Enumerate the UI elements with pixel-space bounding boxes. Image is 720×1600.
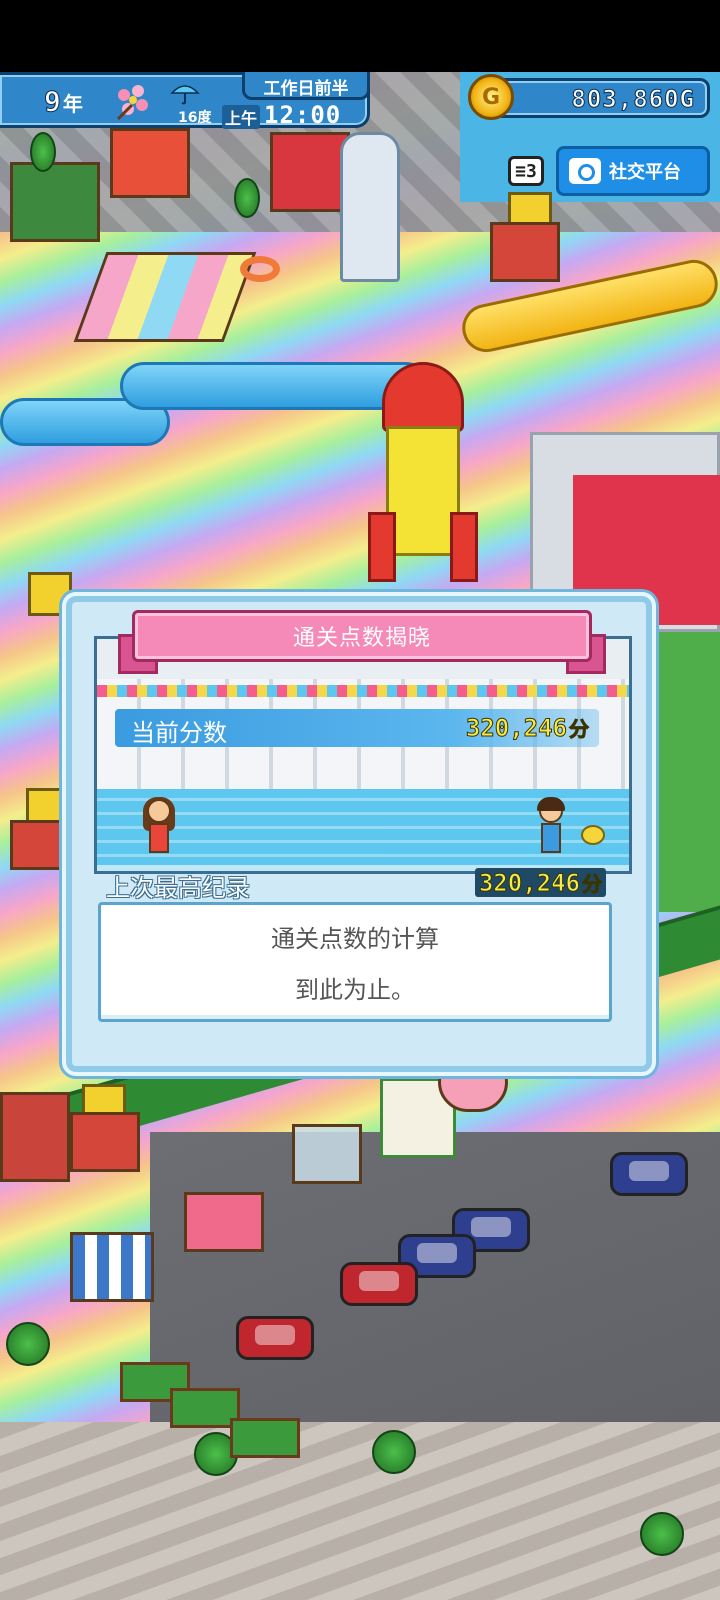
shop-building[interactable]: [0, 1092, 70, 1182]
message-line: 通关点数的计算: [271, 925, 439, 953]
fruit-stall[interactable]: [184, 1192, 264, 1252]
period-anchor: 工作日前半: [0, 72, 370, 102]
flower-bed: [230, 1418, 300, 1458]
bunting-flags: [97, 685, 629, 697]
character-boy: [533, 797, 569, 863]
dialog-title-banner: 通关点数揭晓: [132, 610, 592, 662]
rocket-nose: [382, 362, 464, 432]
character-hair: [537, 797, 565, 811]
float-ring[interactable]: [240, 256, 280, 282]
parked-car[interactable]: [340, 1262, 418, 1306]
money-display: 803,860G: [486, 78, 710, 118]
am-pm-label: 上午: [222, 105, 261, 129]
current-score-row: 当前分数 320,246 分: [115, 709, 599, 747]
clock-time: 12:00: [264, 101, 342, 129]
rocket-body: [386, 426, 460, 556]
score-reveal-dialog[interactable]: 当前分数 320,246 分 通关点数揭晓 上次最高纪录 320,246 分 通关点…: [62, 592, 656, 1076]
poolside-scene: 当前分数 320,246 分: [94, 636, 632, 874]
best-record-label: 上次最高纪录: [106, 874, 250, 902]
rocket-fin: [368, 512, 396, 582]
gazebo[interactable]: [10, 162, 100, 242]
message-line: 到此为止。: [295, 976, 415, 1004]
shop-building[interactable]: [270, 132, 350, 212]
rocket-fin: [450, 512, 478, 582]
rubber-duck: [581, 825, 605, 845]
speed-label: ≡3: [515, 160, 537, 182]
tree: [372, 1430, 416, 1474]
current-score-unit: 分: [569, 717, 590, 742]
current-score-number: 320,246: [465, 714, 567, 743]
glass-pavilion[interactable]: [292, 1124, 362, 1184]
red-stand[interactable]: [70, 1112, 140, 1172]
speed-button[interactable]: ≡3: [508, 156, 544, 186]
parked-car[interactable]: [610, 1152, 688, 1196]
coin-icon: G: [468, 74, 514, 120]
current-score-label: 当前分数: [131, 719, 227, 747]
best-record-value: 320,246 分: [474, 868, 606, 898]
character-head: [147, 799, 171, 823]
message-box[interactable]: 通关点数的计算 到此为止。: [98, 902, 612, 1022]
money-value: 803,860G: [571, 85, 695, 114]
coin-symbol: G: [481, 84, 501, 110]
food-stall[interactable]: [110, 128, 190, 198]
tree: [234, 178, 260, 218]
red-stand[interactable]: [10, 820, 66, 870]
character-body: [149, 823, 169, 853]
period-tab: 工作日前半: [242, 72, 370, 100]
period-label: 工作日前半: [263, 79, 349, 99]
market-stall[interactable]: [70, 1232, 154, 1302]
current-score-value: 320,246 分: [465, 713, 590, 743]
social-platform-button[interactable]: 社交平台: [556, 146, 710, 196]
tree: [30, 132, 56, 172]
tree: [640, 1512, 684, 1556]
parked-car[interactable]: [236, 1316, 314, 1360]
rainbow-stairs[interactable]: [73, 252, 257, 342]
social-button-label: 社交平台: [609, 162, 681, 183]
character-body: [541, 823, 561, 853]
dialog-title: 通关点数揭晓: [292, 626, 431, 651]
status-bar: [0, 0, 720, 72]
statue[interactable]: [340, 132, 400, 282]
best-record-number: 320,246: [478, 869, 580, 898]
rocket-tower[interactable]: [368, 362, 478, 582]
temperature-label: 16度: [178, 110, 212, 126]
tree: [6, 1322, 50, 1366]
camera-icon: [569, 158, 601, 184]
sidewalk: [0, 1422, 720, 1600]
best-record-unit: 分: [582, 872, 603, 897]
character-girl: [141, 797, 177, 863]
red-stand[interactable]: [490, 222, 560, 282]
